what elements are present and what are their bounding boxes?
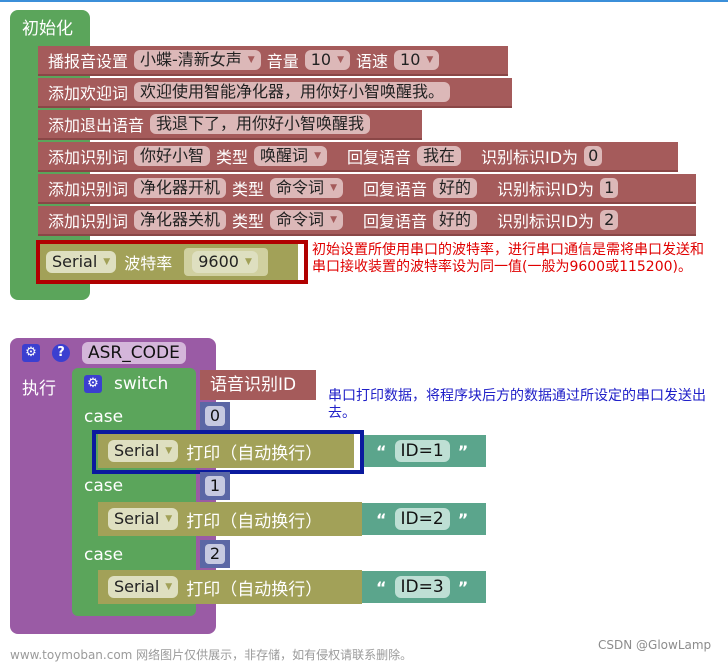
serial-print-block[interactable]: Serial ▼ 打印（自动换行） xyxy=(98,502,362,536)
author-credit: CSDN @GlowLamp xyxy=(598,638,712,652)
chevron-down-icon: ▼ xyxy=(337,55,345,65)
type-value: 唤醒词 xyxy=(260,146,309,165)
procedure-header: ⚙ ? ASR_CODE xyxy=(22,342,186,364)
case-value[interactable]: 0 xyxy=(204,406,226,426)
volume-label: 音量 xyxy=(266,52,299,71)
type-label: 类型 xyxy=(232,212,265,231)
quote-close-icon: ” xyxy=(457,577,469,597)
quote-close-icon: ” xyxy=(457,509,469,529)
voice-setting-block[interactable]: 播报音设置 小蝶-清新女声 ▼ 音量 10 ▼ 语速 10 ▼ xyxy=(38,46,508,76)
voice-dropdown[interactable]: 小蝶-清新女声 ▼ xyxy=(134,50,261,70)
type-label: 类型 xyxy=(232,180,265,199)
print-label: 打印（自动换行） xyxy=(186,579,323,600)
switch-label: switch xyxy=(114,374,169,394)
text-input[interactable]: ID=2 xyxy=(394,508,450,530)
reply-input[interactable]: 好的 xyxy=(433,178,478,198)
watermark: www.toymoban.com 网络图片仅供展示，非存储，如有侵权请联系删除。 xyxy=(10,648,413,662)
recognition-word-block[interactable]: 添加识别词 净化器关机 类型 命令词 ▼ 回复语音 好的 识别标识ID为 2 xyxy=(38,206,696,236)
highlight-frame-blue xyxy=(92,430,364,474)
recognition-label: 添加识别词 xyxy=(48,212,129,231)
case-value[interactable]: 1 xyxy=(204,476,226,496)
text-block[interactable]: “ ID=1 ” xyxy=(362,435,486,467)
chevron-down-icon: ▼ xyxy=(330,183,337,193)
chevron-down-icon: ▼ xyxy=(247,55,255,65)
reply-label: 回复语音 xyxy=(362,212,427,231)
type-value: 命令词 xyxy=(276,178,325,197)
text-block[interactable]: “ ID=2 ” xyxy=(362,503,486,535)
recognition-word-block[interactable]: 添加识别词 净化器开机 类型 命令词 ▼ 回复语音 好的 识别标识ID为 1 xyxy=(38,174,696,204)
case-label: case xyxy=(84,545,124,565)
exit-voice-label: 添加退出语音 xyxy=(48,116,145,135)
welcome-label: 添加欢迎词 xyxy=(48,84,129,103)
volume-dropdown[interactable]: 10 ▼ xyxy=(304,50,351,70)
serial-print-block[interactable]: Serial ▼ 打印（自动换行） xyxy=(98,570,362,604)
type-dropdown[interactable]: 唤醒词 ▼ xyxy=(254,146,327,166)
help-icon[interactable]: ? xyxy=(52,344,70,362)
welcome-block[interactable]: 添加欢迎词 欢迎使用智能净化器，用你好小智唤醒我。 xyxy=(38,78,512,108)
quote-open-icon: “ xyxy=(376,441,387,461)
speed-dropdown[interactable]: 10 ▼ xyxy=(394,50,440,70)
speed-value: 10 xyxy=(400,50,421,69)
recognition-label: 添加识别词 xyxy=(48,180,129,199)
word-input[interactable]: 净化器开机 xyxy=(134,178,227,198)
voice-setting-label: 播报音设置 xyxy=(48,52,129,71)
gear-icon[interactable]: ⚙ xyxy=(22,344,40,362)
reply-label: 回复语音 xyxy=(362,180,427,199)
serial-port-dropdown[interactable]: Serial ▼ xyxy=(108,508,179,530)
recognition-word-block[interactable]: 添加识别词 你好小智 类型 唤醒词 ▼ 回复语音 我在 识别标识ID为 0 xyxy=(38,142,678,172)
init-block-title: 初始化 xyxy=(22,19,73,39)
serial-port-value: Serial xyxy=(114,509,160,528)
chevron-down-icon: ▼ xyxy=(330,215,337,225)
case-value-block[interactable]: 2 xyxy=(200,540,230,568)
chevron-down-icon: ▼ xyxy=(314,151,321,161)
text-input[interactable]: ID=1 xyxy=(394,440,450,462)
text-input[interactable]: ID=3 xyxy=(394,576,450,598)
quote-close-icon: ” xyxy=(457,441,469,461)
id-input[interactable]: 1 xyxy=(600,178,619,198)
speed-label: 语速 xyxy=(356,52,389,71)
gear-icon[interactable]: ⚙ xyxy=(84,375,102,393)
volume-value: 10 xyxy=(310,50,332,69)
exit-voice-block[interactable]: 添加退出语音 我退下了，用你好小智唤醒我 xyxy=(38,110,422,140)
procedure-name-input[interactable]: ASR_CODE xyxy=(82,342,186,364)
welcome-text-input[interactable]: 欢迎使用智能净化器，用你好小智唤醒我。 xyxy=(134,82,451,102)
text-block[interactable]: “ ID=3 ” xyxy=(362,571,486,603)
voice-value: 小蝶-清新女声 xyxy=(140,50,242,69)
case-label: case xyxy=(84,407,124,427)
print-label: 打印（自动换行） xyxy=(186,511,323,532)
type-label: 类型 xyxy=(216,148,249,167)
id-input[interactable]: 0 xyxy=(584,146,603,166)
case-value[interactable]: 2 xyxy=(204,544,226,564)
word-input[interactable]: 净化器关机 xyxy=(134,210,227,230)
print-annotation: 串口打印数据，将程序块后方的数据通过所设定的串口发送出去。 xyxy=(328,388,706,421)
id-label: 识别标识ID为 xyxy=(481,148,579,167)
serial-port-value: Serial xyxy=(114,577,160,596)
exec-label: 执行 xyxy=(22,379,56,399)
switch-header: ⚙ switch xyxy=(84,374,168,394)
case-value-block[interactable]: 1 xyxy=(200,472,230,500)
speech-id-block[interactable]: 语音识别ID xyxy=(200,370,316,400)
serial-port-dropdown[interactable]: Serial ▼ xyxy=(108,576,179,598)
id-label: 识别标识ID为 xyxy=(497,212,595,231)
reply-input[interactable]: 我在 xyxy=(417,146,462,166)
id-label: 识别标识ID为 xyxy=(497,180,595,199)
type-dropdown[interactable]: 命令词 ▼ xyxy=(270,178,343,198)
word-input[interactable]: 你好小智 xyxy=(134,146,211,166)
reply-input[interactable]: 好的 xyxy=(433,210,478,230)
highlight-frame-red xyxy=(36,240,308,284)
case-label: case xyxy=(84,476,124,496)
type-dropdown[interactable]: 命令词 ▼ xyxy=(270,210,343,230)
recognition-label: 添加识别词 xyxy=(48,148,129,167)
chevron-down-icon: ▼ xyxy=(165,514,173,524)
reply-label: 回复语音 xyxy=(346,148,411,167)
quote-open-icon: “ xyxy=(376,509,387,529)
chevron-down-icon: ▼ xyxy=(165,582,173,592)
chevron-down-icon: ▼ xyxy=(426,55,434,65)
exit-text-input[interactable]: 我退下了，用你好小智唤醒我 xyxy=(150,114,371,134)
type-value: 命令词 xyxy=(276,210,325,229)
id-input[interactable]: 2 xyxy=(600,210,619,230)
quote-open-icon: “ xyxy=(376,577,387,597)
case-value-block[interactable]: 0 xyxy=(200,402,230,430)
baud-annotation: 初始设置所使用串口的波特率，进行串口通信是需将串口发送和串口接收装置的波特率设为… xyxy=(312,242,704,275)
